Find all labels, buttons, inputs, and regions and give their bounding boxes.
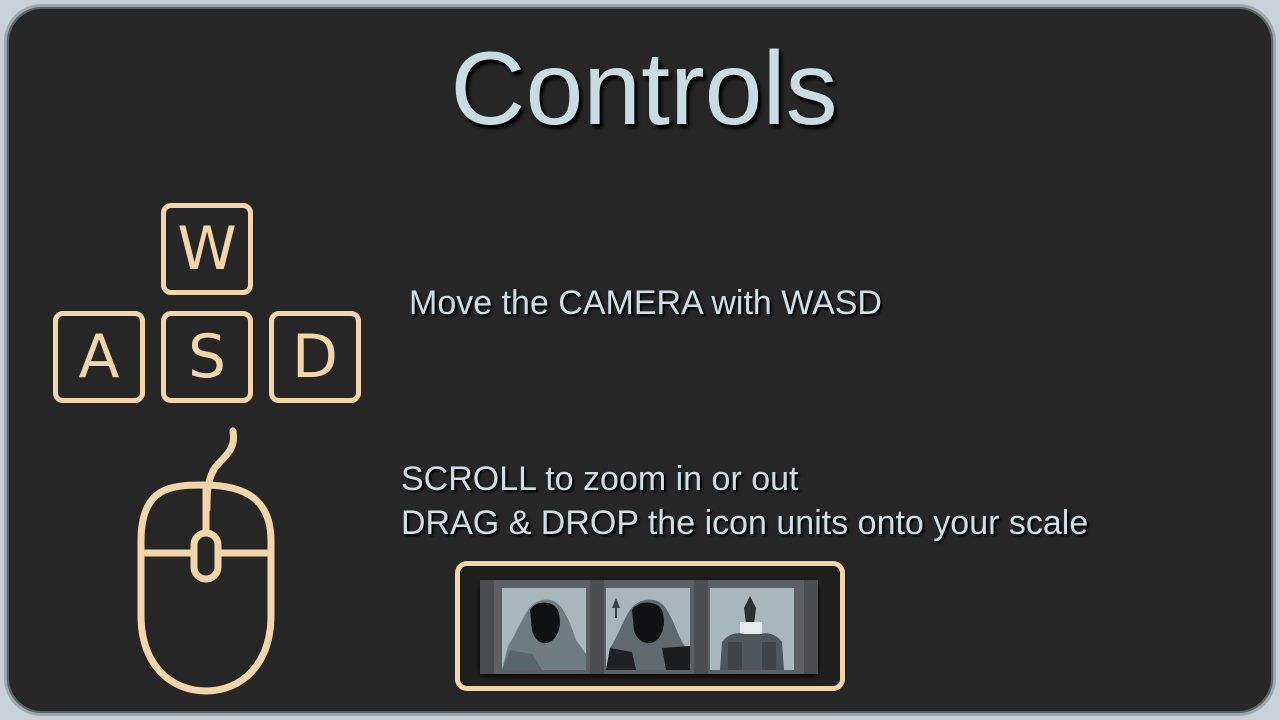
page-title: Controls — [450, 31, 838, 147]
mouse-icon — [137, 427, 275, 695]
tray-divider — [480, 580, 494, 674]
camera-instruction: Move the CAMERA with WASD — [409, 284, 882, 322]
unit-icon-bar — [480, 580, 818, 674]
key-a: A — [53, 311, 145, 403]
tray-divider — [590, 580, 604, 674]
hooded-unit-icon[interactable] — [502, 588, 586, 670]
armored-unit-icon[interactable] — [710, 588, 794, 670]
key-d: D — [269, 311, 361, 403]
hooded-unit-upgraded-icon[interactable] — [606, 588, 690, 670]
tray-divider — [694, 580, 708, 674]
unit-icon-tray — [455, 561, 845, 691]
drag-instruction: DRAG & DROP the icon units onto your sca… — [401, 504, 1089, 542]
scroll-instruction: SCROLL to zoom in or out — [401, 460, 799, 498]
key-w: W — [161, 203, 253, 295]
controls-panel: Controls W A S D Move the CAMERA with WA… — [4, 4, 1276, 716]
key-s: S — [161, 311, 253, 403]
tray-divider — [804, 580, 818, 674]
wasd-keys: W A S D — [51, 203, 363, 403]
